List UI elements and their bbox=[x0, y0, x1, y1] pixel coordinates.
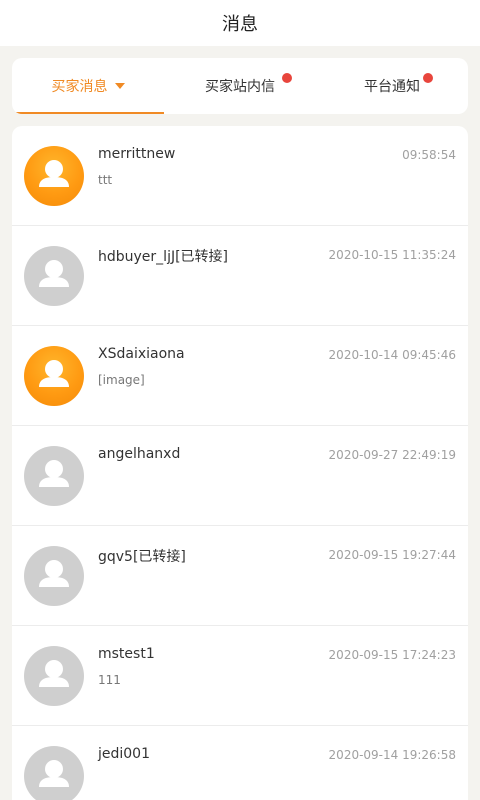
contact-name: merrittnew bbox=[98, 146, 176, 162]
caret-down-icon bbox=[114, 83, 125, 89]
contact-name: XSdaixiaona bbox=[98, 346, 185, 362]
user-silhouette-icon bbox=[39, 660, 69, 687]
unread-dot-icon bbox=[282, 73, 292, 83]
contact-name: hdbuyer_ljJ[已转接] bbox=[98, 249, 229, 265]
message-preview: 111 bbox=[98, 673, 121, 687]
avatar bbox=[24, 646, 84, 706]
user-silhouette-icon bbox=[39, 160, 69, 187]
message-row[interactable]: hdbuyer_ljJ[已转接] 2020-10-15 11:35:24 bbox=[12, 226, 468, 326]
contact-name: jedi001 bbox=[98, 746, 151, 762]
avatar bbox=[24, 146, 84, 206]
avatar bbox=[24, 346, 84, 406]
avatar bbox=[24, 446, 84, 506]
message-row[interactable]: jedi001 2020-09-14 19:26:58 bbox=[12, 726, 468, 800]
message-time: 2020-09-15 17:24:23 bbox=[328, 648, 456, 662]
tab-buyer-inbox[interactable]: 买家站内信 bbox=[164, 58, 316, 114]
unread-dot-icon bbox=[423, 73, 433, 83]
message-time: 2020-09-14 19:26:58 bbox=[328, 748, 456, 762]
message-row[interactable]: XSdaixiaona 2020-10-14 09:45:46 [image] bbox=[12, 326, 468, 426]
contact-name: gqv5[已转接] bbox=[98, 549, 186, 565]
avatar bbox=[24, 546, 84, 606]
tab-label: 买家站内信 bbox=[205, 79, 275, 95]
message-time: 2020-10-14 09:45:46 bbox=[328, 348, 456, 362]
message-row[interactable]: angelhanxd 2020-09-27 22:49:19 bbox=[12, 426, 468, 526]
message-time: 2020-09-27 22:49:19 bbox=[328, 448, 456, 462]
message-tabs: 买家消息 买家站内信 平台通知 bbox=[12, 58, 468, 114]
page-title: 消息 bbox=[222, 14, 258, 35]
tab-buyer-messages[interactable]: 买家消息 bbox=[12, 58, 164, 114]
user-silhouette-icon bbox=[39, 760, 69, 787]
contact-name: angelhanxd bbox=[98, 446, 181, 462]
avatar bbox=[24, 246, 84, 306]
tab-label: 平台通知 bbox=[364, 79, 420, 95]
message-time: 2020-09-15 19:27:44 bbox=[328, 548, 456, 562]
message-time: 09:58:54 bbox=[402, 148, 456, 162]
app-header: 消息 bbox=[0, 0, 480, 46]
avatar bbox=[24, 746, 84, 800]
message-time: 2020-10-15 11:35:24 bbox=[328, 248, 456, 262]
message-row[interactable]: gqv5[已转接] 2020-09-15 19:27:44 bbox=[12, 526, 468, 626]
user-silhouette-icon bbox=[39, 460, 69, 487]
message-row[interactable]: mstest1 2020-09-15 17:24:23 111 bbox=[12, 626, 468, 726]
user-silhouette-icon bbox=[39, 560, 69, 587]
message-list: merrittnew 09:58:54 ttt hdbuyer_ljJ[已转接]… bbox=[12, 126, 468, 800]
user-silhouette-icon bbox=[39, 360, 69, 387]
tab-label: 买家消息 bbox=[51, 79, 108, 95]
message-preview: [image] bbox=[98, 373, 145, 387]
message-preview: ttt bbox=[98, 173, 113, 187]
tab-platform-notices[interactable]: 平台通知 bbox=[316, 58, 468, 114]
message-row[interactable]: merrittnew 09:58:54 ttt bbox=[12, 126, 468, 226]
user-silhouette-icon bbox=[39, 260, 69, 287]
contact-name: mstest1 bbox=[98, 646, 155, 662]
